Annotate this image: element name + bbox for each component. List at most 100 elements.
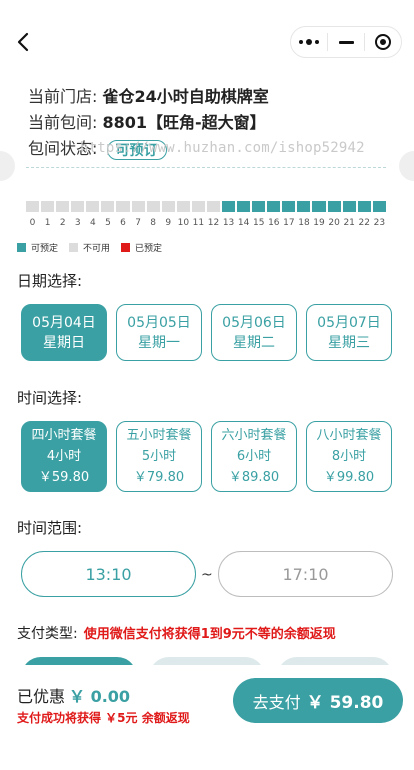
back-button[interactable]	[12, 30, 36, 54]
more-button[interactable]	[291, 27, 327, 57]
room-name: 8801【旺角-超大窗】	[102, 113, 266, 132]
store-label: 当前门店:	[28, 87, 98, 106]
hour-label: 7	[135, 218, 141, 228]
hour-slot	[252, 201, 266, 212]
range-section-title: 时间范围:	[17, 519, 83, 537]
room-label: 当前包间:	[28, 113, 98, 132]
legend-label: 可预定	[31, 244, 59, 254]
package-option[interactable]: 六小时套餐 6小时 ￥89.80	[211, 421, 297, 492]
start-time-picker[interactable]: 13:10	[21, 551, 196, 597]
date-option[interactable]: 05月05日 星期一	[116, 304, 202, 361]
package-hours: 8小时	[331, 449, 367, 464]
hour-slot	[116, 201, 130, 212]
legend-swatch	[17, 243, 26, 252]
hour-label: 4	[89, 218, 96, 228]
range-separator: ~	[201, 567, 213, 583]
package-option[interactable]: 四小时套餐 4小时 ￥59.80	[21, 421, 107, 492]
minimize-button[interactable]	[328, 27, 364, 57]
weekday-text: 星期一	[138, 334, 180, 351]
package-name: 五小时套餐	[126, 428, 192, 443]
package-name: 八小时套餐	[316, 428, 382, 443]
hour-slot	[86, 201, 100, 212]
hour-label: 6	[120, 218, 126, 228]
hour-slot	[56, 201, 70, 212]
ticket-notch-right	[399, 151, 414, 181]
hour-slot	[237, 201, 251, 212]
hour-slot	[146, 201, 160, 212]
hour-slot	[26, 201, 40, 212]
hour-slot	[342, 201, 356, 212]
hour-slot	[327, 201, 341, 212]
hour-label: 3	[74, 218, 81, 228]
hour-slot	[312, 201, 326, 212]
legend: 可预定 不可用 已预定	[17, 241, 173, 254]
date-option[interactable]: 05月07日 星期三	[306, 304, 392, 361]
pay-price: ￥ 59.80	[306, 693, 384, 713]
package-option[interactable]: 五小时套餐 5小时 ￥79.80	[116, 421, 202, 492]
date-text: 05月07日	[317, 314, 381, 331]
hour-label: 0	[29, 218, 36, 228]
close-button[interactable]	[365, 27, 401, 57]
hour-slot	[161, 201, 175, 212]
cashback-note: 支付成功将获得 ￥5元 余额返现	[17, 711, 190, 725]
end-time-picker[interactable]: 17:10	[218, 551, 393, 597]
date-section-title: 日期选择:	[17, 272, 83, 290]
hour-label: 5	[105, 218, 111, 228]
bottom-bar: 已优惠 ￥ 0.00 支付成功将获得 ￥5元 余额返现 去支付 ￥ 59.80	[0, 665, 414, 770]
room-row: 当前包间: 8801【旺角-超大窗】	[28, 110, 269, 136]
pay-type-label: 支付类型:	[17, 626, 78, 642]
pay-button[interactable]: 去支付 ￥ 59.80	[233, 678, 403, 723]
hour-labels: 0 1 2 3 4 5 6 7 8 9 10 11 12 13 14 15 16 17 18 19 20 21 22 23	[26, 218, 386, 228]
mini-program-capsule	[290, 26, 402, 58]
legend-swatch	[69, 243, 79, 252]
package-option[interactable]: 八小时套餐 8小时 ￥99.80	[306, 421, 392, 492]
hour-slot	[71, 201, 85, 212]
legend-label: 不可用	[83, 244, 111, 254]
legend-unavailable: 不可用	[69, 241, 110, 254]
package-hours: 6小时	[236, 449, 272, 464]
hour-label: 10	[177, 218, 190, 228]
pay-label: 去支付	[252, 692, 301, 712]
legend-swatch	[121, 243, 131, 252]
discount-label: 已优惠	[17, 687, 66, 706]
hour-label: 15	[252, 218, 265, 228]
package-price: ￥89.80	[228, 470, 280, 485]
store-name: 雀仓24小时自助棋牌室	[102, 87, 269, 106]
watermark: https://www.huzhan.com/ishop52942	[80, 140, 365, 156]
ticket-notch-left	[0, 151, 15, 181]
store-row: 当前门店: 雀仓24小时自助棋牌室	[28, 84, 269, 110]
hour-label: 16	[268, 218, 280, 228]
hour-label: 11	[192, 218, 205, 228]
hour-slot	[372, 201, 386, 212]
date-option[interactable]: 05月04日 星期日	[21, 304, 107, 361]
package-name: 四小时套餐	[31, 428, 97, 443]
date-options: 05月04日 星期日 05月05日 星期一 05月06日 星期二 05月07日 …	[21, 304, 392, 361]
hour-slot	[267, 201, 281, 212]
hour-slot	[206, 201, 221, 212]
hour-label: 21	[343, 218, 355, 228]
hour-slot	[222, 201, 236, 212]
date-option[interactable]: 05月06日 星期二	[211, 304, 297, 361]
chevron-left-icon	[17, 32, 29, 52]
hour-slots	[26, 201, 386, 212]
hour-slot	[191, 201, 205, 212]
pay-section-title: 支付类型: 使用微信支付将获得1到9元不等的余额返现	[17, 623, 336, 643]
package-section-title: 时间选择:	[17, 389, 83, 407]
hour-label: 2	[59, 218, 66, 228]
package-price: ￥79.80	[133, 470, 185, 485]
package-price: ￥99.80	[323, 470, 375, 485]
date-text: 05月06日	[222, 314, 286, 331]
package-hours: 5小时	[141, 449, 177, 464]
pay-hint: 使用微信支付将获得1到9元不等的余额返现	[83, 627, 336, 642]
package-name: 六小时套餐	[221, 428, 287, 443]
date-text: 05月05日	[127, 314, 191, 331]
hour-label: 23	[373, 218, 386, 228]
hour-slot	[297, 201, 311, 212]
package-hours: 4小时	[46, 449, 82, 464]
package-options: 四小时套餐 4小时 ￥59.80 五小时套餐 5小时 ￥79.80 六小时套餐 …	[21, 421, 392, 492]
divider	[26, 167, 386, 168]
more-dots-icon	[299, 39, 319, 45]
hour-label: 8	[150, 218, 157, 228]
target-icon	[375, 34, 391, 50]
minimize-icon	[338, 40, 354, 44]
